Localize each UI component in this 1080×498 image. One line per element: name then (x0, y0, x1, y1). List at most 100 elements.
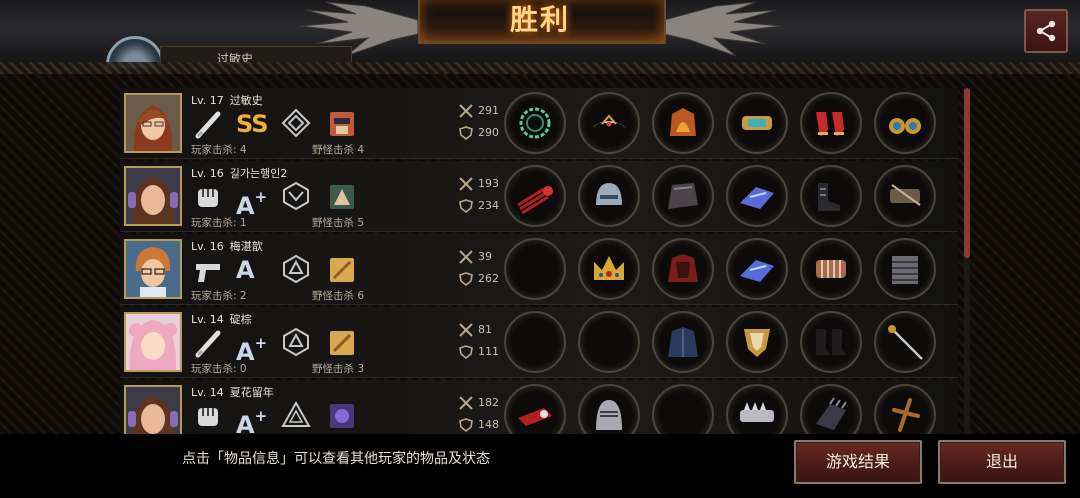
grade-badge: SS (236, 110, 269, 138)
attack-value: 81 (478, 323, 492, 336)
item-slot[interactable] (726, 238, 788, 300)
item-slot[interactable] (800, 238, 862, 300)
wooden-cross-item (892, 398, 920, 432)
item-slot[interactable] (726, 384, 788, 434)
item-slot[interactable] (652, 311, 714, 373)
quit-button[interactable]: 退出 (938, 440, 1066, 484)
portrait-3 (124, 239, 182, 299)
attack-value: 193 (478, 177, 499, 190)
shield-icon (459, 199, 473, 213)
monster-kills: 野怪击杀 6 (312, 290, 365, 302)
item-slot[interactable] (874, 238, 936, 300)
level: Lv. 16 (191, 167, 224, 180)
dark-armor-item (668, 183, 698, 209)
jeweled-bracer-item (742, 116, 772, 130)
player-row[interactable]: Lv. 14 碇棕 A+ 玩家击杀: 0 野怪击杀 3 81 111 (120, 307, 958, 378)
defense-value: 262 (478, 272, 499, 285)
game-result-button[interactable]: 游戏结果 (794, 440, 922, 484)
monster-kills: 野怪击杀 3 (312, 363, 365, 375)
item-slot[interactable] (652, 165, 714, 227)
item-slot[interactable] (726, 165, 788, 227)
chain-boots-item (892, 256, 918, 284)
shield-icon (459, 272, 473, 286)
item-slot[interactable] (652, 92, 714, 154)
player-row[interactable]: Lv. 16 길가는행인2 A+ 玩家击杀: 1 野怪击杀 5 193 234 (120, 161, 958, 232)
shield-icon (459, 126, 473, 140)
player-kills: 玩家击杀: 2 (191, 290, 247, 302)
defense-value: 148 (478, 418, 499, 431)
shield-icon (459, 345, 473, 359)
spiked-wreath-item (519, 107, 551, 139)
item-slot[interactable] (726, 92, 788, 154)
player-level-name: Lv. 16 길가는행인2 (191, 165, 287, 181)
attack-value: 291 (478, 104, 499, 117)
player-row[interactable]: Lv. 17 过敏史 SS 玩家击杀: 4 野怪击杀 4 291 290 (120, 88, 958, 159)
item-slot[interactable] (874, 92, 936, 154)
item-slot[interactable] (726, 311, 788, 373)
portrait-5 (124, 385, 182, 434)
item-slot-empty[interactable] (652, 384, 714, 434)
knight-helmet-item (596, 400, 622, 430)
item-slot-empty[interactable] (504, 238, 566, 300)
player-level-name: Lv. 14 夏花留年 (191, 384, 274, 400)
item-slot[interactable] (800, 311, 862, 373)
royal-crown-item (594, 256, 624, 280)
item-slot[interactable] (800, 92, 862, 154)
player-level-name: Lv. 16 梅湛歆 (191, 238, 263, 254)
attack-value: 182 (478, 396, 499, 409)
item-slot-empty[interactable] (578, 311, 640, 373)
level: Lv. 14 (191, 386, 224, 399)
defense-value: 234 (478, 199, 499, 212)
rank-hexagon-icon (283, 327, 309, 357)
monster-kills: 野怪击杀 4 (312, 144, 365, 156)
grade-badge: A+ (236, 407, 267, 434)
item-slot[interactable] (504, 384, 566, 434)
player-name: 梅湛歆 (229, 240, 263, 253)
item-info-hint: 点击「物品信息」可以查看其他玩家的物品及状态 (182, 451, 490, 467)
swords-icon (459, 396, 473, 410)
blue-coat-item (668, 327, 698, 357)
share-button[interactable] (1024, 9, 1068, 53)
item-slot[interactable] (504, 92, 566, 154)
player-name: 碇棕 (229, 313, 252, 326)
swords-icon (459, 250, 473, 264)
bow-bracer-item (890, 184, 921, 206)
panel-border-pattern (0, 62, 1080, 74)
item-slot[interactable] (874, 165, 936, 227)
player-name: 过敏史 (229, 94, 263, 107)
item-slot[interactable] (578, 238, 640, 300)
bat-icon (195, 111, 221, 139)
gold-earrings-item (889, 118, 921, 134)
item-slot[interactable] (504, 165, 566, 227)
player-name: 夏花留年 (229, 386, 274, 399)
share-icon (1036, 20, 1056, 42)
player-row[interactable]: Lv. 14 夏花留年 A+ 182 148 (120, 380, 958, 434)
fist-icon (198, 408, 218, 426)
defense-value: 111 (478, 345, 499, 358)
fist-icon (198, 189, 218, 207)
crimson-armor-item (668, 254, 698, 282)
item-slot[interactable] (874, 384, 936, 434)
monster-kills: 野怪击杀 5 (312, 217, 365, 229)
bandaged-bracer-item (816, 260, 846, 278)
item-slot[interactable] (578, 384, 640, 434)
item-slot-empty[interactable] (504, 311, 566, 373)
attack-value: 39 (478, 250, 492, 263)
player-level-name: Lv. 17 过敏史 (191, 92, 263, 108)
pistol-icon (196, 264, 220, 282)
item-slot[interactable] (578, 165, 640, 227)
victory-title: 胜利 (509, 3, 570, 36)
item-slot[interactable] (874, 311, 936, 373)
player-list[interactable]: Lv. 17 过敏史 SS 玩家击杀: 4 野怪击杀 4 291 290 Lv. … (120, 88, 958, 434)
level: Lv. 16 (191, 240, 224, 253)
red-heels-item (816, 112, 844, 136)
dark-gauntlet-item (816, 397, 847, 430)
monster-icon (330, 404, 354, 428)
item-slot[interactable] (800, 384, 862, 434)
player-level-name: Lv. 14 碇棕 (191, 311, 252, 327)
scrollbar-thumb[interactable] (964, 88, 970, 258)
player-row[interactable]: Lv. 16 梅湛歆 A 玩家击杀: 2 野怪击杀 6 39 262 (120, 234, 958, 305)
item-slot[interactable] (578, 92, 640, 154)
item-slot[interactable] (652, 238, 714, 300)
item-slot[interactable] (800, 165, 862, 227)
